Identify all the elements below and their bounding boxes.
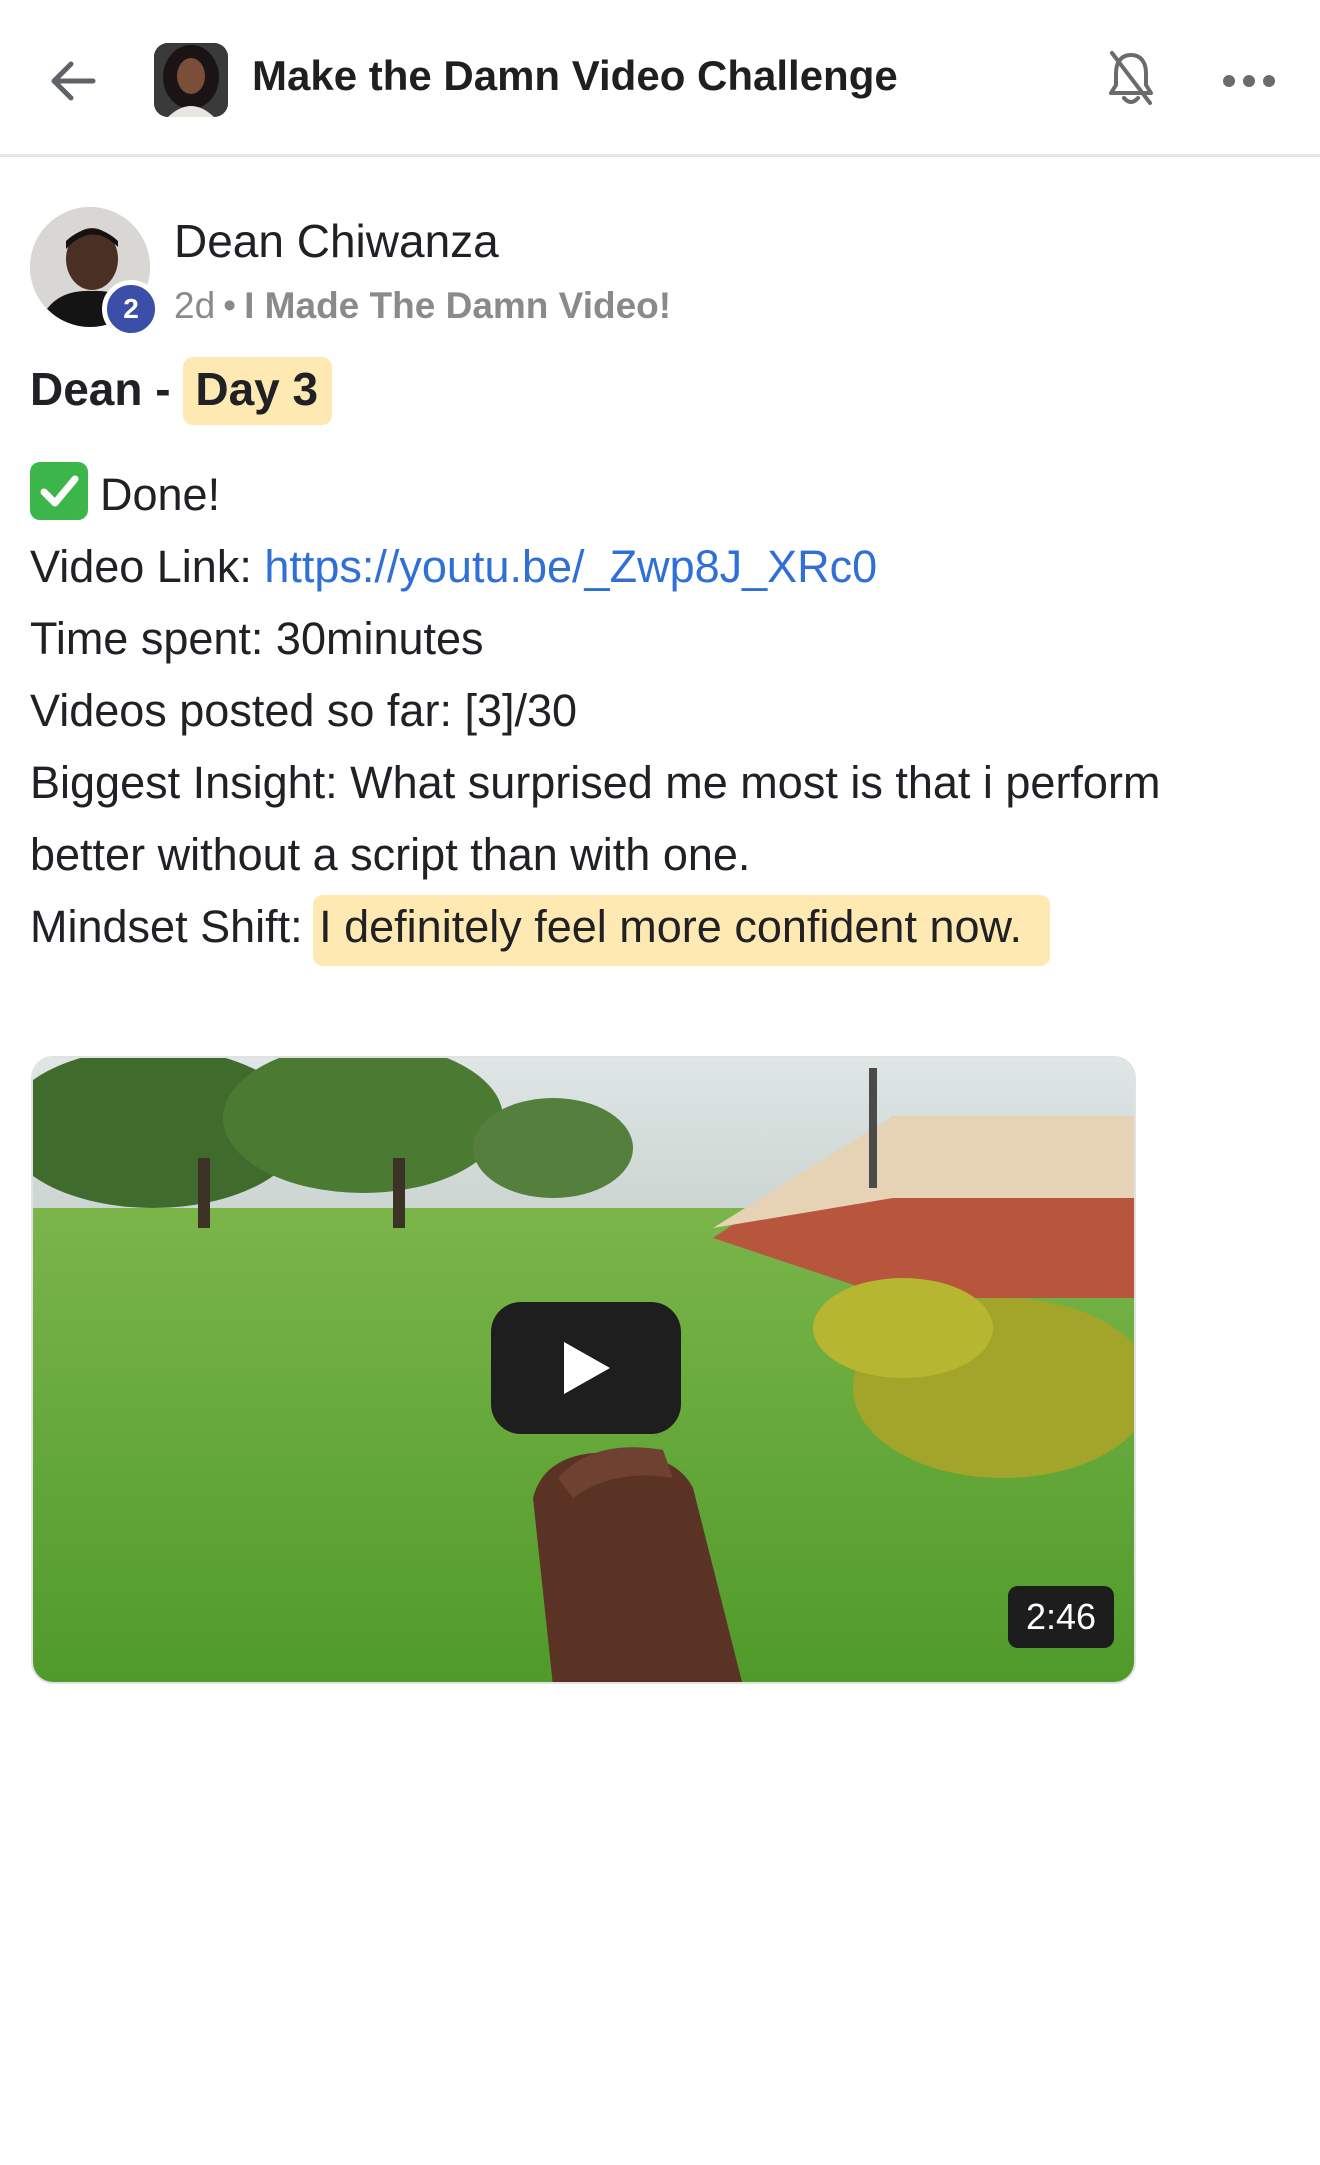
- play-button[interactable]: [491, 1302, 681, 1434]
- back-arrow-icon: [51, 61, 96, 101]
- mindset-line: Mindset Shift: I definitely feel more co…: [30, 891, 1300, 966]
- post-title-highlight: Day 3: [183, 357, 333, 425]
- post-time: 2d: [174, 285, 216, 326]
- bell-off-icon: [1109, 51, 1153, 105]
- back-button[interactable]: [40, 48, 106, 114]
- video-duration: 2:46: [1008, 1586, 1114, 1648]
- top-bar: Make the Damn Video Challenge: [0, 0, 1320, 157]
- post-category[interactable]: I Made The Damn Video!: [244, 285, 671, 326]
- mindset-label: Mindset Shift:: [30, 901, 316, 952]
- mindset-highlight: I definitely feel more confident now.: [313, 895, 1051, 966]
- group-avatar-image: [154, 43, 228, 117]
- video-embed[interactable]: 2:46: [31, 1056, 1136, 1684]
- video-link[interactable]: https://youtu.be/_Zwp8J_XRc0: [264, 541, 877, 592]
- post-meta: 2d • I Made The Damn Video!: [174, 285, 671, 327]
- more-options-button[interactable]: [1214, 56, 1284, 106]
- video-link-label: Video Link:: [30, 541, 265, 592]
- level-badge: 2: [102, 280, 160, 338]
- done-line: Done!: [30, 459, 1300, 531]
- time-spent-line: Time spent: 30minutes: [30, 613, 484, 664]
- meta-separator: •: [223, 285, 237, 326]
- insight-line-1: Biggest Insight: What surprised me most …: [30, 757, 1161, 808]
- notifications-off-button[interactable]: [1100, 46, 1162, 112]
- post-body: Done! Video Link: https://youtu.be/_Zwp8…: [30, 459, 1300, 966]
- insight-line-2: better without a script than with one.: [30, 829, 751, 880]
- author-name[interactable]: Dean Chiwanza: [174, 214, 499, 268]
- done-text: Done!: [100, 469, 221, 520]
- more-dots-icon: [1223, 75, 1275, 87]
- post-title-prefix: Dean -: [30, 363, 184, 415]
- play-icon: [564, 1342, 610, 1394]
- video-link-line: Video Link: https://youtu.be/_Zwp8J_XRc0: [30, 531, 1300, 603]
- group-avatar[interactable]: [154, 43, 228, 117]
- videos-posted-line: Videos posted so far: [3]/30: [30, 685, 578, 736]
- post-title: Dean - Day 3: [30, 357, 333, 425]
- group-title: Make the Damn Video Challenge: [252, 52, 898, 99]
- check-mark-icon: [30, 462, 88, 520]
